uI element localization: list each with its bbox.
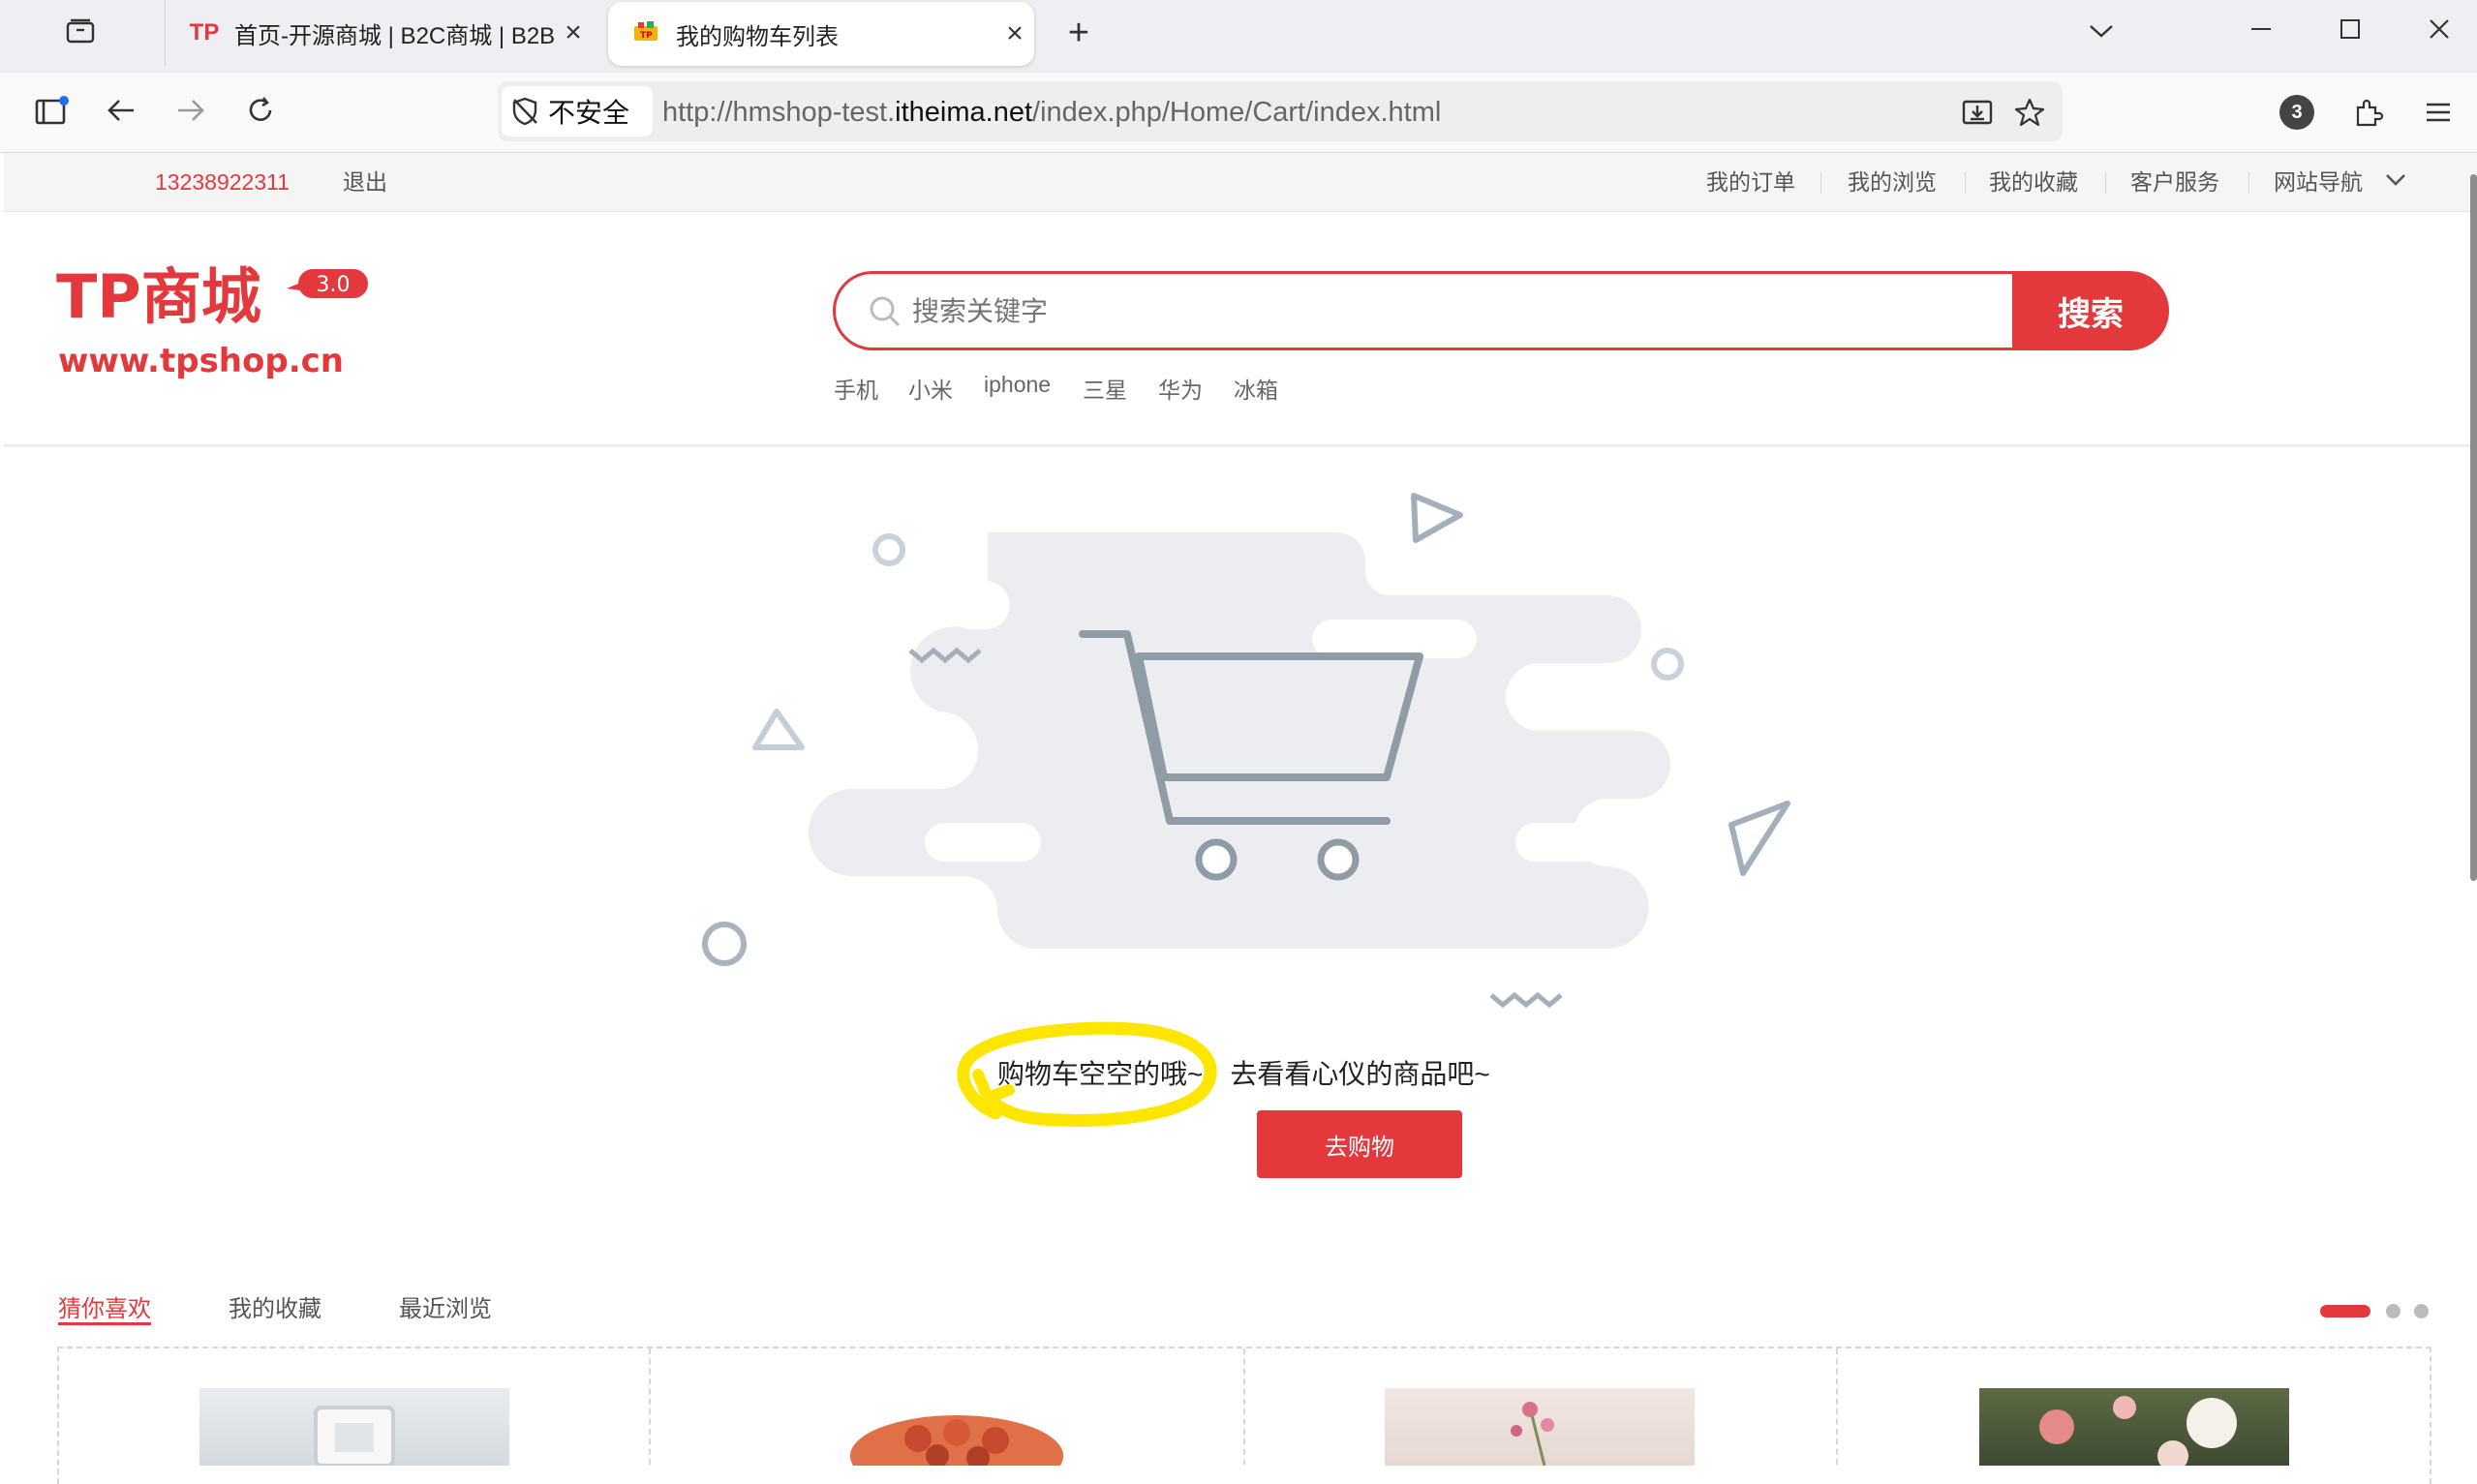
url-domain: itheima.net [895, 97, 1033, 128]
carousel-dot-active[interactable] [2320, 1305, 2370, 1317]
customer-service-link[interactable]: 客户服务 [2130, 153, 2219, 211]
chevron-down-icon[interactable] [2080, 10, 2123, 52]
my-browsing-link[interactable]: 我的浏览 [1848, 153, 1937, 211]
hotword-link[interactable]: 华为 [1158, 372, 1203, 405]
minimize-icon[interactable] [2239, 8, 2283, 50]
divider [1243, 1348, 1245, 1465]
logo-version: 3.0 [317, 273, 351, 297]
search-input[interactable] [910, 281, 1979, 343]
security-indicator[interactable]: 不安全 [502, 86, 653, 136]
product-image[interactable] [1385, 1388, 1695, 1466]
profile-badge[interactable]: 3 [2279, 95, 2314, 130]
empty-cart-illustration [678, 465, 1820, 1026]
forward-arrow-icon[interactable] [168, 88, 213, 133]
chevron-down-icon[interactable] [2384, 172, 2407, 193]
my-orders-link[interactable]: 我的订单 [1706, 153, 1795, 211]
back-arrow-icon[interactable] [99, 88, 143, 133]
go-shopping-button[interactable]: 去购物 [1257, 1110, 1462, 1178]
window-close-icon[interactable] [2417, 8, 2462, 50]
maximize-icon[interactable] [2328, 8, 2372, 50]
user-phone-link[interactable]: 13238922311 [155, 153, 290, 211]
sidebar-icon[interactable] [29, 88, 74, 133]
url-prefix: http://hmshop-test. [662, 97, 896, 128]
carousel-dot[interactable] [2386, 1304, 2401, 1318]
extensions-icon[interactable] [2347, 91, 2390, 134]
hotword-link[interactable]: 冰箱 [1234, 372, 1278, 405]
hotword-link[interactable]: iphone [984, 372, 1051, 398]
hotword-link[interactable]: 三星 [1083, 372, 1127, 405]
search-icon [868, 294, 902, 334]
separator [1965, 172, 1966, 194]
page-scrollbar[interactable] [2470, 174, 2477, 881]
tab-recent-browsing[interactable]: 最近浏览 [399, 1289, 492, 1323]
product-image[interactable] [1979, 1388, 2289, 1466]
tab-guess-you-like[interactable]: 猜你喜欢 [58, 1289, 151, 1323]
close-icon[interactable]: × [995, 17, 1034, 50]
logout-link[interactable]: 退出 [343, 153, 387, 211]
product-image[interactable] [199, 1388, 509, 1466]
search-button[interactable]: 搜索 [2012, 271, 2169, 350]
active-tab-underline [58, 1322, 151, 1325]
security-label: 不安全 [548, 98, 630, 128]
separator [2105, 172, 2106, 194]
my-favorites-link[interactable]: 我的收藏 [1989, 153, 2078, 211]
tp-favicon-icon: TP [189, 19, 220, 45]
menu-icon[interactable] [2417, 91, 2460, 134]
divider [649, 1348, 651, 1465]
tab-overview-icon[interactable] [56, 10, 105, 52]
svg-text:TP: TP [640, 31, 653, 41]
logo-domain: www.tpshop.cn [58, 342, 344, 380]
close-icon[interactable]: × [554, 16, 593, 49]
shield-warning-icon [511, 97, 540, 126]
new-tab-icon[interactable]: + [1055, 10, 1102, 56]
url-text[interactable]: http://hmshop-test.itheima.net/index.php… [662, 89, 1441, 136]
install-app-icon[interactable] [1956, 91, 1999, 134]
tab-divider [165, 0, 166, 66]
tab-cart[interactable]: TP 我的购物车列表 × [608, 2, 1034, 66]
tab-home[interactable]: TP 首页-开源商城 | B2C商城 | B2B × [167, 0, 593, 66]
divider [1836, 1348, 1838, 1465]
url-path: /index.php/Home/Cart/index.html [1032, 97, 1442, 128]
separator [2248, 172, 2249, 194]
logo-name: TP商城 [56, 261, 261, 332]
separator [1820, 172, 1821, 194]
browser-tab-bar: TP 首页-开源商城 | B2C商城 | B2B × TP 我的购物车列表 × … [0, 0, 2477, 73]
tab-my-favorites[interactable]: 我的收藏 [229, 1289, 321, 1323]
yellow-highlight-annotation [949, 997, 1239, 1133]
cart-favicon-icon: TP [629, 19, 662, 49]
product-image[interactable] [792, 1388, 1102, 1466]
site-nav-link[interactable]: 网站导航 [2274, 153, 2363, 211]
reload-icon[interactable] [238, 88, 283, 133]
hotword-link[interactable]: 手机 [834, 372, 878, 405]
carousel-dot[interactable] [2414, 1304, 2429, 1318]
tab-home-title: 首页-开源商城 | B2C商城 | B2B [234, 22, 554, 49]
star-icon[interactable] [2008, 91, 2051, 134]
hotword-link[interactable]: 小米 [908, 372, 953, 405]
site-logo[interactable]: TP商城 3.0 www.tpshop.cn [56, 259, 376, 385]
tab-cart-title: 我的购物车列表 [676, 23, 839, 50]
